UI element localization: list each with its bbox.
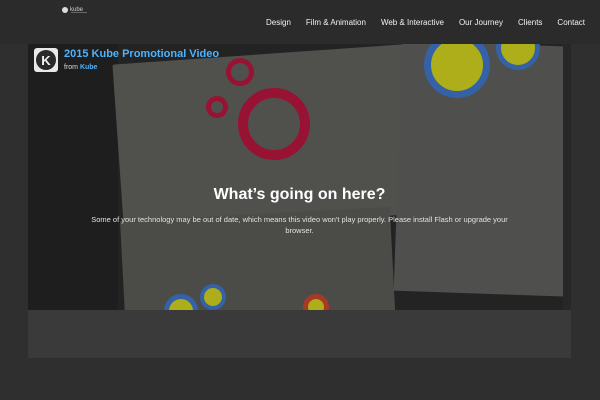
video-title[interactable]: 2015 Kube Promotional Video <box>64 48 219 61</box>
page-background-band <box>0 358 600 400</box>
byline-from: from <box>64 64 78 71</box>
nav-contact[interactable]: Contact <box>557 18 585 27</box>
site-header: kube Design Film & Animation Web & Inter… <box>0 0 600 44</box>
author-avatar[interactable]: K <box>34 48 58 72</box>
main-nav: Design Film & Animation Web & Interactiv… <box>251 18 585 27</box>
poster-shade <box>28 44 571 310</box>
video-poster-image <box>28 44 571 310</box>
error-heading: What’s going on here? <box>213 186 386 203</box>
video-title-row: K 2015 Kube Promotional Video from Kube <box>34 48 219 72</box>
content-below-video <box>28 310 571 358</box>
video-player[interactable]: K 2015 Kube Promotional Video from Kube … <box>28 44 571 310</box>
nav-design[interactable]: Design <box>266 18 291 27</box>
nav-web-interactive[interactable]: Web & Interactive <box>381 18 444 27</box>
kube-logo-icon: K <box>36 50 56 70</box>
video-byline: from Kube <box>64 64 219 71</box>
logo-tagline-line <box>71 12 87 13</box>
site-logo[interactable]: kube <box>62 4 87 16</box>
logo-mark-icon <box>62 7 68 13</box>
nav-our-journey[interactable]: Our Journey <box>459 18 503 27</box>
nav-clients[interactable]: Clients <box>518 18 542 27</box>
byline-author-link[interactable]: Kube <box>80 64 98 71</box>
nav-film-animation[interactable]: Film & Animation <box>306 18 366 27</box>
error-message: Some of your technology may be out of da… <box>91 215 508 235</box>
video-title-block: 2015 Kube Promotional Video from Kube <box>64 48 219 71</box>
